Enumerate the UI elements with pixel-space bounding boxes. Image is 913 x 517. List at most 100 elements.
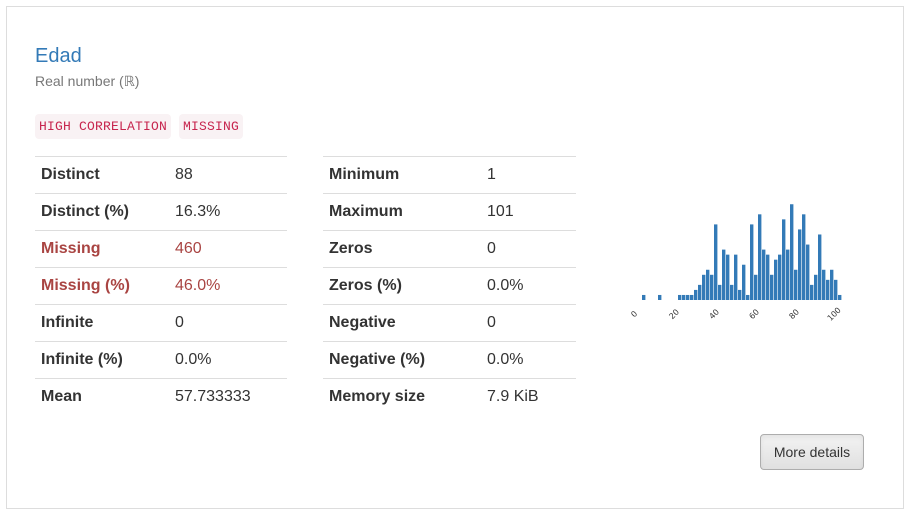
stat-value: 88 <box>169 156 287 194</box>
stat-value: 57.733333 <box>169 378 287 415</box>
histogram-bar <box>782 219 786 300</box>
variable-type: Real number (ℝ) <box>35 73 140 89</box>
stat-label: Negative (%) <box>323 341 481 379</box>
histogram-bar <box>734 254 738 300</box>
stat-value: 0 <box>481 304 576 342</box>
histogram-bar <box>826 279 830 300</box>
x-tick-label: 20 <box>667 307 681 321</box>
histogram-bar <box>686 294 690 300</box>
stat-label: Infinite <box>35 304 169 342</box>
histogram-bar <box>802 214 806 300</box>
stat-value: 0.0% <box>481 267 576 305</box>
histogram-bar <box>702 274 706 300</box>
histogram-bar <box>714 224 718 300</box>
stat-value: 46.0% <box>169 267 287 305</box>
stat-value: 0.0% <box>481 341 576 379</box>
stats-table-left: Distinct 88 Distinct (%) 16.3% Missing 460 … <box>35 156 287 415</box>
histogram-bar <box>822 269 826 300</box>
x-tick-label: 40 <box>707 307 721 321</box>
variable-name[interactable]: Edad <box>35 45 82 68</box>
stat-row-missing-pct: Missing (%) 46.0% <box>35 267 287 305</box>
stat-value: 101 <box>481 193 576 231</box>
stat-value: 1 <box>481 156 576 194</box>
stat-row-missing: Missing 460 <box>35 230 287 268</box>
stat-label: Distinct <box>35 156 169 194</box>
stat-value: 0 <box>169 304 287 342</box>
stat-value: 0.0% <box>169 341 287 379</box>
stat-value: 16.3% <box>169 193 287 231</box>
stat-label: Distinct (%) <box>35 193 169 231</box>
histogram-bar <box>790 204 794 300</box>
histogram-bar <box>794 269 798 300</box>
stat-row-mean: Mean 57.733333 <box>35 378 287 415</box>
histogram-bar <box>810 284 814 300</box>
histogram-bar <box>798 229 802 300</box>
stat-value: 0 <box>481 230 576 268</box>
stat-label: Maximum <box>323 193 481 231</box>
histogram-bar <box>698 284 702 300</box>
histogram-bar <box>758 214 762 300</box>
stat-label: Missing (%) <box>35 267 169 305</box>
missing-badge: MISSING <box>179 114 244 139</box>
histogram-bar <box>806 244 810 300</box>
histogram-bar <box>694 289 698 300</box>
badge-group: HIGH CORRELATION MISSING <box>35 114 244 139</box>
histogram-bar <box>718 284 722 300</box>
histogram-bar <box>838 294 842 300</box>
high-correlation-badge: HIGH CORRELATION <box>35 114 172 139</box>
histogram-bar <box>818 234 822 300</box>
x-tick-label: 80 <box>787 307 801 321</box>
histogram-bar <box>754 274 758 300</box>
stats-table-right: Minimum 1 Maximum 101 Zeros 0 Zeros (%) 0.0%… <box>323 156 576 415</box>
histogram-bar <box>778 254 782 300</box>
histogram-bar <box>682 294 686 300</box>
histogram-bar <box>770 274 774 300</box>
histogram-bar <box>722 249 726 300</box>
stat-label: Negative <box>323 304 481 342</box>
stat-label: Zeros <box>323 230 481 268</box>
stat-row-memory-size: Memory size 7.9 KiB <box>323 378 576 415</box>
stat-label: Memory size <box>323 378 481 415</box>
stat-row-negative: Negative 0 <box>323 304 576 342</box>
histogram-bar <box>658 294 662 300</box>
histogram-bar <box>642 294 646 300</box>
divider <box>6 508 904 509</box>
stat-label: Missing <box>35 230 169 268</box>
stat-row-negative-pct: Negative (%) 0.0% <box>323 341 576 379</box>
stat-label: Infinite (%) <box>35 341 169 379</box>
stat-row-distinct: Distinct 88 <box>35 156 287 194</box>
more-details-button[interactable]: More details <box>760 434 864 470</box>
histogram-bar <box>762 249 766 300</box>
histogram-bar <box>834 279 838 300</box>
histogram-bar <box>774 259 778 300</box>
histogram-bar <box>746 294 750 300</box>
x-tick-label: 0 <box>629 309 639 319</box>
histogram-bar <box>738 289 742 300</box>
histogram-bar <box>726 254 730 300</box>
histogram-bar <box>690 294 694 300</box>
stat-row-minimum: Minimum 1 <box>323 156 576 194</box>
histogram-bar <box>710 274 714 300</box>
stat-row-infinite: Infinite 0 <box>35 304 287 342</box>
histogram-bar <box>814 274 818 300</box>
stat-value: 7.9 KiB <box>481 378 576 415</box>
histogram-bar <box>750 224 754 300</box>
histogram-bar <box>766 254 770 300</box>
histogram-bar <box>678 294 682 300</box>
stat-row-maximum: Maximum 101 <box>323 193 576 231</box>
histogram-bar <box>830 269 834 300</box>
stat-row-infinite-pct: Infinite (%) 0.0% <box>35 341 287 379</box>
stat-row-zeros-pct: Zeros (%) 0.0% <box>323 267 576 305</box>
stat-value: 460 <box>169 230 287 268</box>
stat-label: Zeros (%) <box>323 267 481 305</box>
histogram-chart: 0 20 40 60 80 100 <box>629 204 843 323</box>
histogram-bar <box>730 284 734 300</box>
histogram-bar <box>786 249 790 300</box>
stat-label: Minimum <box>323 156 481 194</box>
x-tick-label: 100 <box>826 306 843 323</box>
histogram-bar <box>742 264 746 300</box>
x-tick-label: 60 <box>747 307 761 321</box>
stat-row-distinct-pct: Distinct (%) 16.3% <box>35 193 287 231</box>
histogram-bar <box>706 269 710 300</box>
stat-row-zeros: Zeros 0 <box>323 230 576 268</box>
